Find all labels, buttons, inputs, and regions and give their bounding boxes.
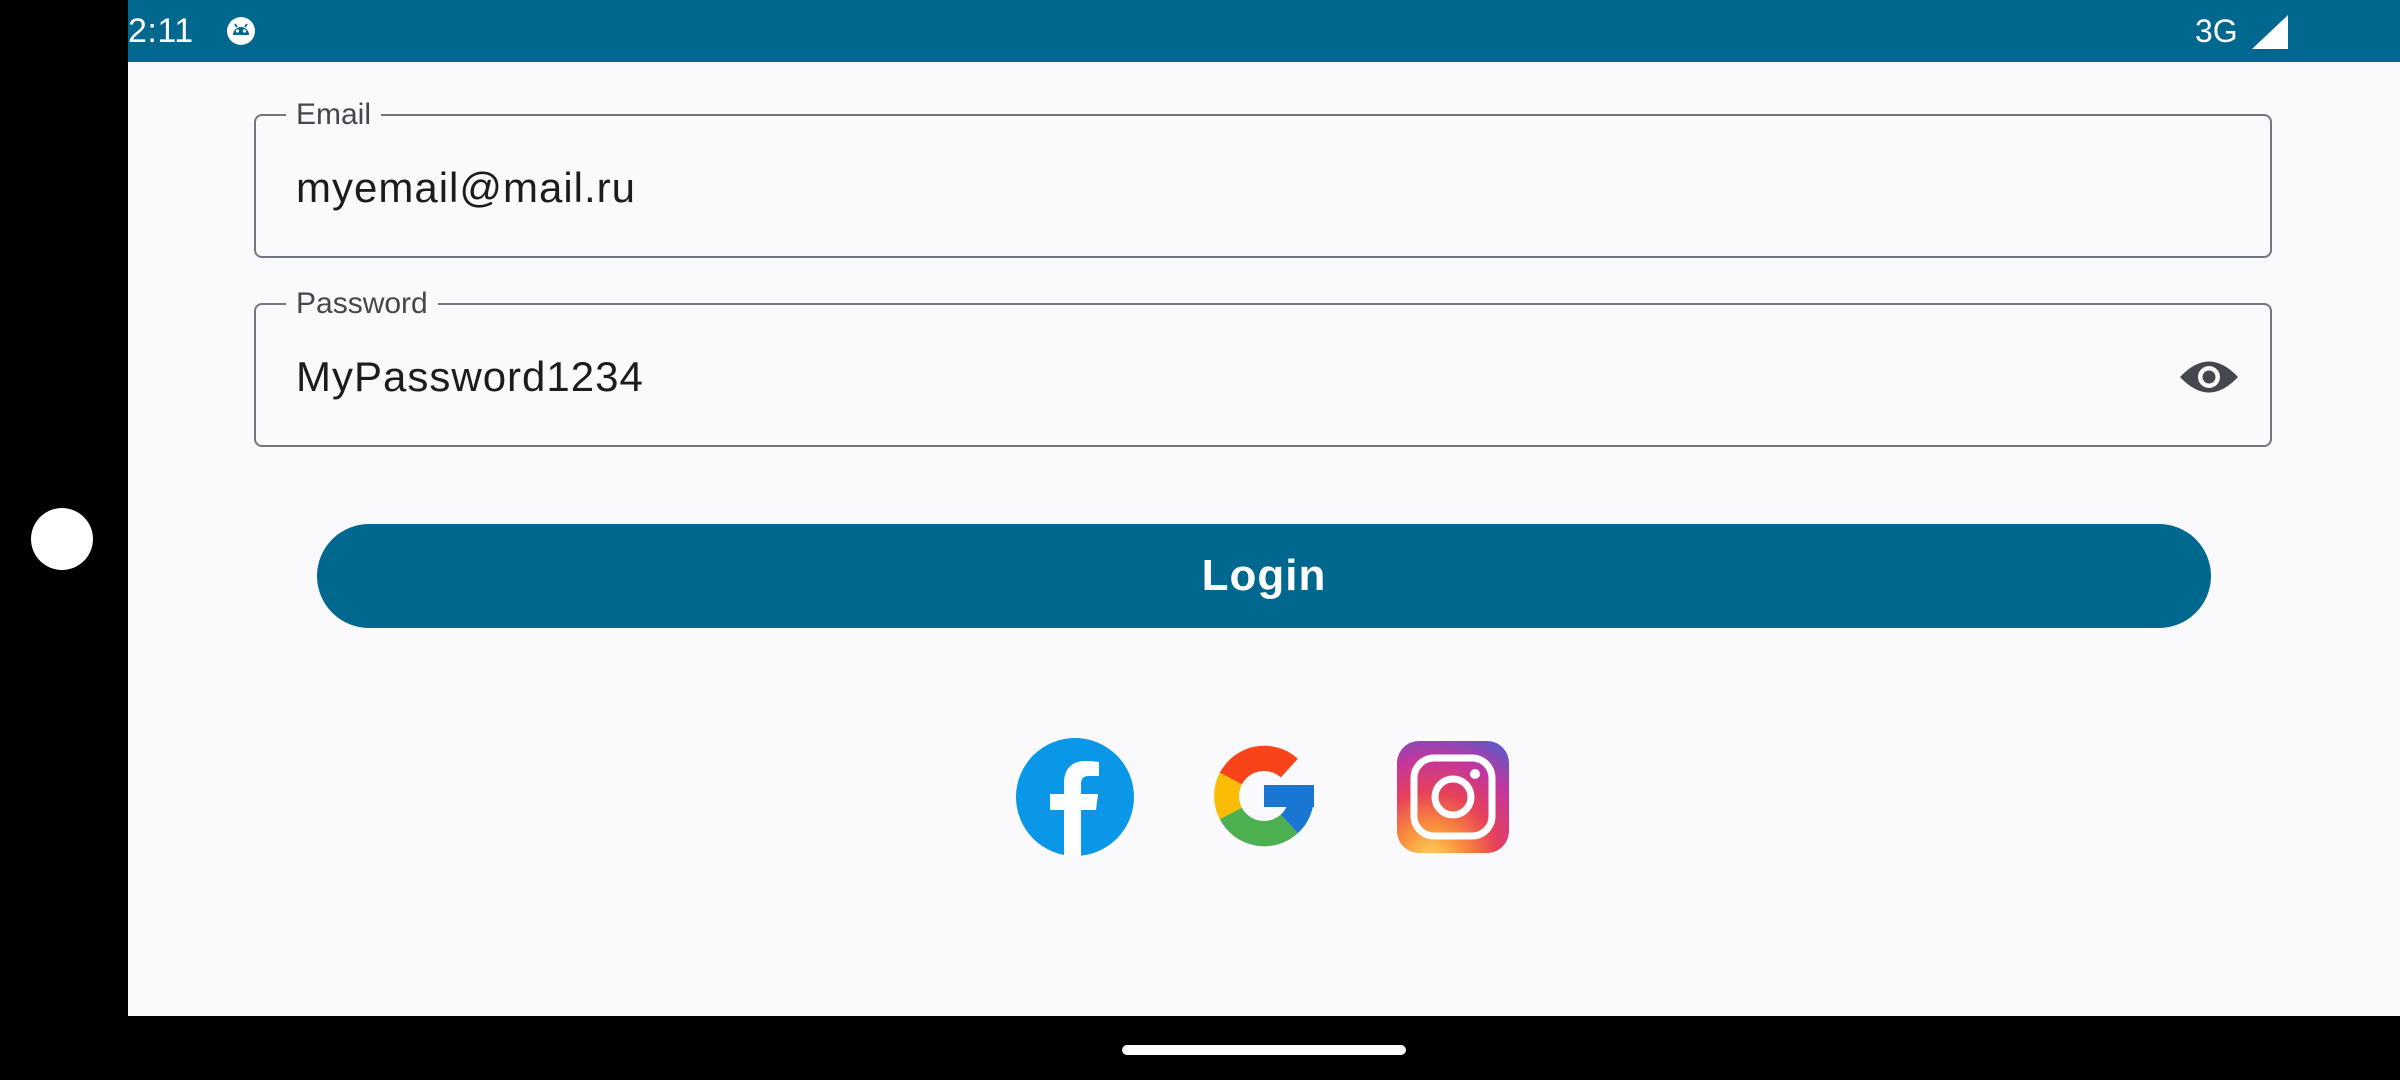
eye-icon[interactable] [2178, 356, 2240, 398]
status-bar: 2:11 3G [128, 0, 2400, 62]
email-label: Email [286, 99, 382, 131]
login-button[interactable]: Login [317, 524, 2211, 628]
password-field[interactable]: Password MyPassword1234 [254, 288, 2272, 447]
google-icon[interactable] [1202, 734, 1326, 858]
email-input-value[interactable]: myemail@mail.ru [296, 166, 636, 210]
app-screen: 2:11 3G Email myemail@mail.ru Password M… [128, 0, 2400, 1016]
instagram-icon[interactable] [1397, 741, 1509, 853]
android-debug-icon [227, 17, 255, 45]
camera-cutout [31, 508, 93, 570]
password-input-value[interactable]: MyPassword1234 [296, 355, 644, 399]
device-bezel [0, 0, 128, 1080]
navigation-handle[interactable] [1122, 1045, 1406, 1055]
status-time: 2:11 [128, 12, 194, 50]
network-type: 3G [2195, 13, 2238, 49]
facebook-icon[interactable] [1016, 738, 1134, 856]
email-field[interactable]: Email myemail@mail.ru [254, 99, 2272, 258]
signal-strength-icon [2252, 15, 2288, 49]
password-label: Password [286, 288, 438, 320]
